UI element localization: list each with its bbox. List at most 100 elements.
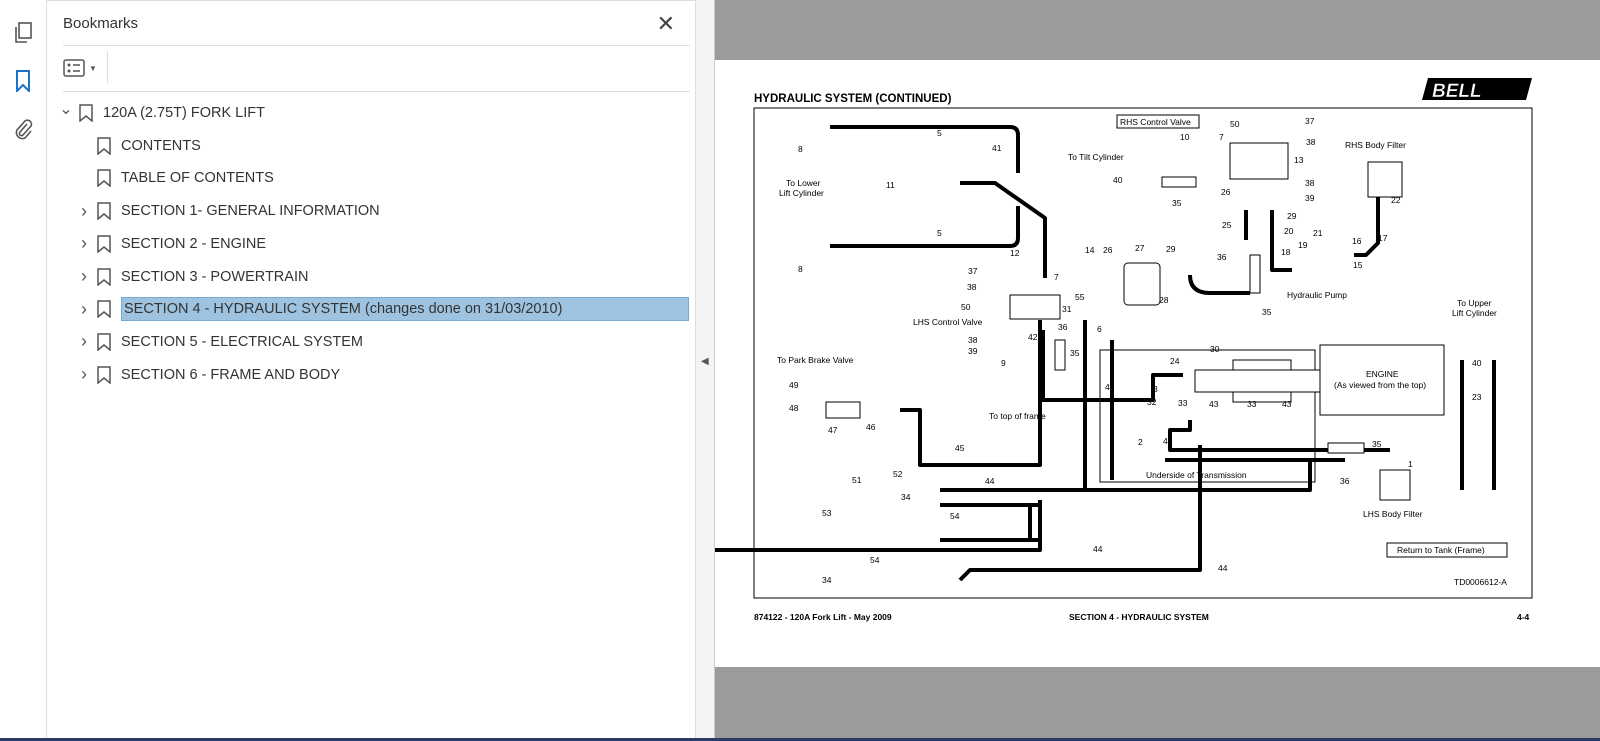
bookmarks-panel: Bookmarks ✕ ▼ ⌄ 120A (2.75T) FORK LIFT CON… [47,0,695,741]
bookmark-item[interactable]: › SECTION 6 - FRAME AND BODY [75,361,340,389]
bookmark-icon [79,104,93,122]
attachment-icon[interactable] [8,114,38,144]
lhs-control-valve [1009,294,1061,320]
chevron-right-icon[interactable]: › [75,299,93,320]
callout-number: 2 [1138,437,1143,447]
callout-number: 44 [1218,563,1228,573]
collapse-panel-icon[interactable]: ◀ [701,356,709,367]
callout-number: 29 [1166,244,1176,254]
callout-number: 50 [961,302,971,312]
close-icon[interactable]: ✕ [657,11,675,37]
callout-number: 10 [1180,132,1190,142]
svg-text:LHS Control Valve: LHS Control Valve [913,317,983,327]
callout-number: 8 [798,144,803,154]
callout-number: 4 [1105,382,1110,392]
callout-number: 12 [1010,248,1020,258]
svg-text:To top of frame: To top of frame [989,411,1046,421]
bookmark-item[interactable]: › SECTION 2 - ENGINE [75,230,266,258]
callout-number: 24 [1170,356,1180,366]
chevron-right-icon[interactable]: › [75,201,93,222]
callout-number: 30 [1210,344,1220,354]
svg-text:TD0006612-A: TD0006612-A [1454,577,1507,587]
callout-number: 28 [1159,295,1169,305]
bookmark-item[interactable]: ⌄ 120A (2.75T) FORK LIFT [57,99,265,127]
callout-number: 33 [1247,399,1257,409]
bookmark-label: SECTION 3 - POWERTRAIN [121,268,309,285]
callout-number: 54 [950,511,960,521]
callout-number: 36 [1340,476,1350,486]
chevron-down-icon[interactable]: ⌄ [57,99,75,119]
svg-text:RHS Body Filter: RHS Body Filter [1345,140,1406,150]
callout-number: 29 [1287,211,1297,221]
bookmark-label: SECTION 1- GENERAL INFORMATION [121,203,380,220]
bookmark-label: TABLE OF CONTENTS [121,170,274,187]
callout-number: 39 [1305,193,1315,203]
chevron-right-icon[interactable]: › [75,233,93,254]
callout-number: 37 [968,266,978,276]
callout-number: 6 [1097,324,1102,334]
callout-number: 27 [1135,243,1145,253]
callout-number: 35 [1262,307,1272,317]
callout-number: 23 [1472,392,1482,402]
callout-number: 1 [1408,459,1413,469]
bookmark-icon [97,300,111,319]
bookmark-item[interactable]: › SECTION 4 - HYDRAULIC SYSTEM (changes d… [75,295,689,323]
callout-number: 21 [1313,228,1323,238]
bookmark-icon[interactable] [8,66,38,96]
callout-number: 38 [968,335,978,345]
callout-number: 38 [967,282,977,292]
callout-number: 34 [822,575,832,585]
callout-number: 20 [1284,226,1294,236]
bookmark-item[interactable]: › SECTION 5 - ELECTRICAL SYSTEM [75,328,363,356]
callout-number: 7 [1219,132,1224,142]
svg-text:RHS Control Valve: RHS Control Valve [1120,117,1191,127]
bookmark-item[interactable]: › SECTION 1- GENERAL INFORMATION [75,197,380,225]
callout-number: 8 [798,264,803,274]
svg-text:To Upper: To Upper [1457,298,1492,308]
pages-icon[interactable] [8,18,38,48]
callout-number: 38 [1306,137,1316,147]
callout-number: 44 [1093,544,1103,554]
callout-number: 3 [1153,384,1158,394]
callout-number: 42 [1028,332,1038,342]
chevron-right-icon[interactable]: › [75,266,93,287]
divider [63,45,690,46]
bookmark-label: SECTION 6 - FRAME AND BODY [121,366,341,383]
callout-number: 44 [985,476,995,486]
callout-number: 52 [893,469,903,479]
bookmark-item[interactable]: TABLE OF CONTENTS [75,164,274,192]
svg-text:To Tilt Cylinder: To Tilt Cylinder [1068,152,1124,162]
pdf-page: HYDRAULIC SYSTEM (CONTINUED) BELL RHS Co… [165,60,1600,667]
panel-title: Bookmarks [63,15,139,32]
callout-number: 22 [1391,195,1401,205]
callout-number: 41 [992,143,1002,153]
page-heading: HYDRAULIC SYSTEM (CONTINUED) [754,93,952,105]
bookmark-options-button[interactable]: ▼ [63,57,103,79]
page-footer: 874122 - 120A Fork Lift - May 2009 SECTI… [754,612,1530,622]
callout-number: 18 [1281,247,1291,257]
callout-number: 40 [1472,358,1482,368]
callout-number: 9 [1001,358,1006,368]
footer-right: 4-4 [1517,612,1530,622]
callout-number: 26 [1221,187,1231,197]
callout-number: 25 [1222,220,1232,230]
bookmark-label: SECTION 5 - ELECTRICAL SYSTEM [121,333,363,350]
document-viewer[interactable]: HYDRAULIC SYSTEM (CONTINUED) BELL RHS Co… [165,0,1600,741]
bookmark-label: SECTION 2 - ENGINE [121,235,267,252]
callout-number: 37 [1305,116,1315,126]
callout-number: 33 [1178,398,1188,408]
callout-number: 54 [870,555,880,565]
bookmark-item[interactable]: › SECTION 3 - POWERTRAIN [75,263,308,291]
callout-number: 44 [1163,436,1173,446]
callout-number: 46 [866,422,876,432]
chevron-right-icon[interactable]: › [75,364,93,385]
panel-splitter[interactable]: ◀ [695,0,715,741]
callout-number: 14 [1085,245,1095,255]
svg-text:Lift Cylinder: Lift Cylinder [779,188,824,198]
chevron-right-icon[interactable]: › [75,331,93,352]
svg-text:To Park Brake Valve: To Park Brake Valve [777,355,854,365]
callout-number: 32 [1147,397,1157,407]
callout-number: 53 [822,508,832,518]
callout-number: 51 [852,475,862,485]
bookmark-item[interactable]: CONTENTS [75,132,201,160]
